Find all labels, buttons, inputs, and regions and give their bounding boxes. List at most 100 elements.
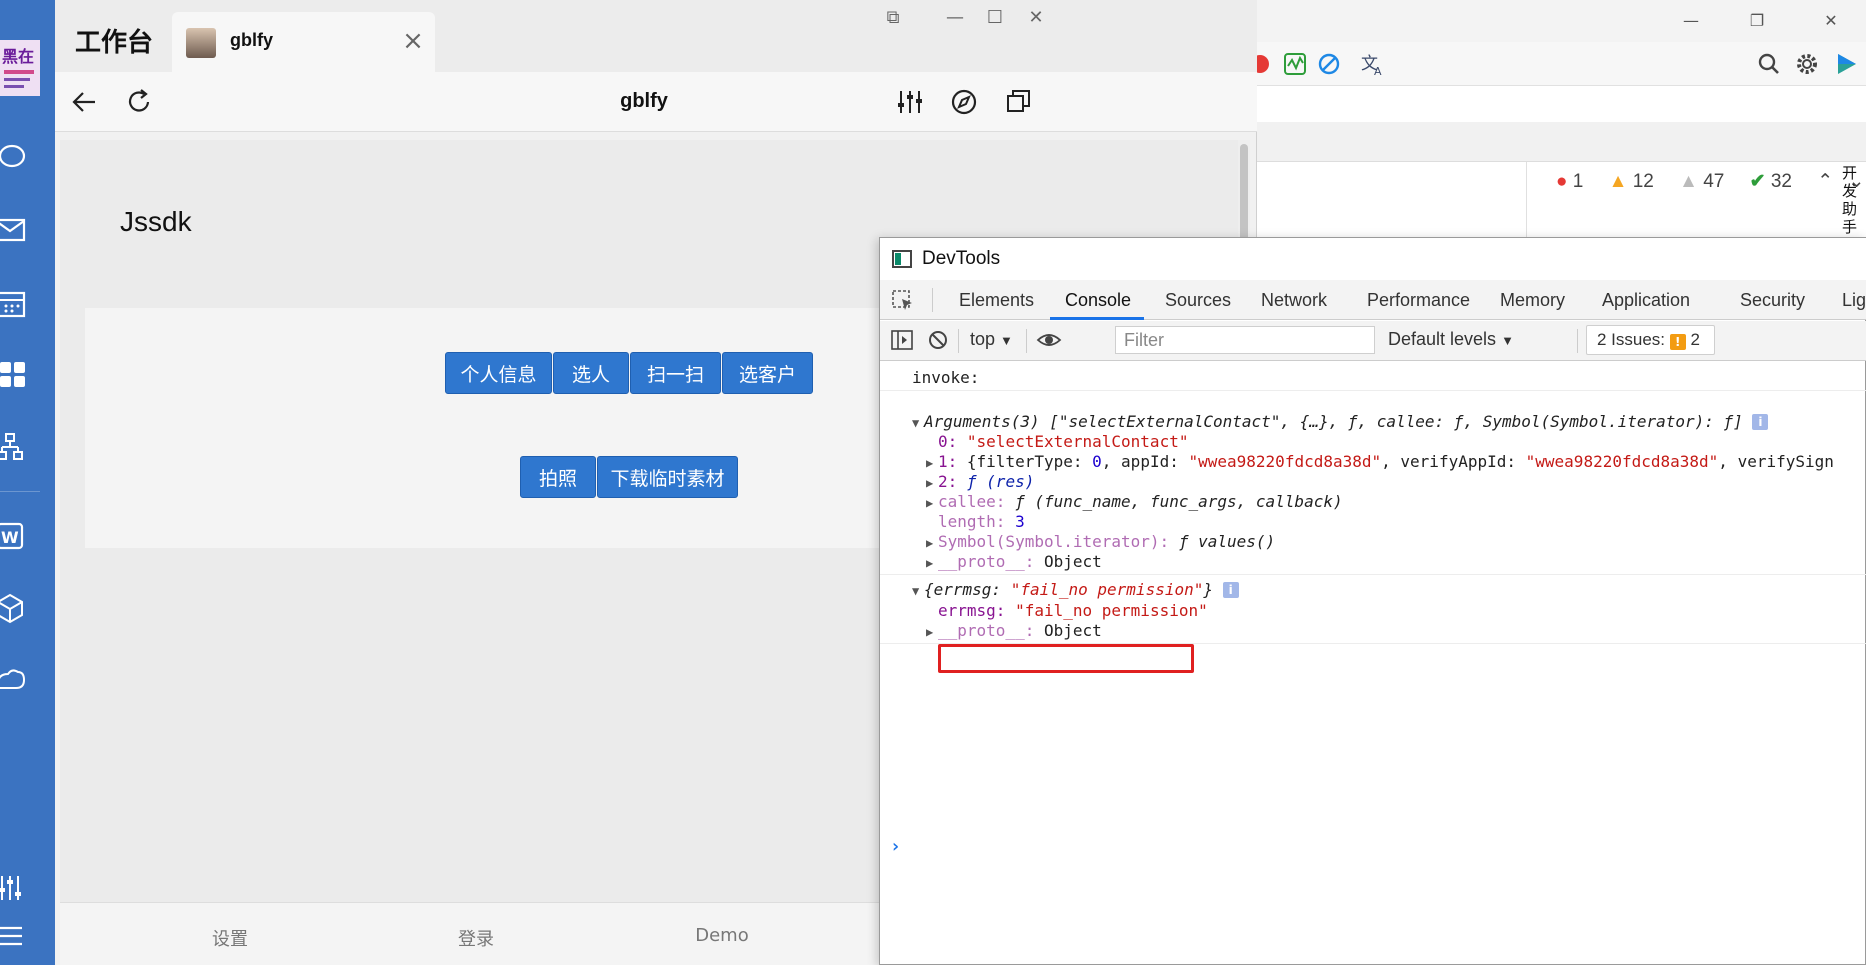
- cube-icon[interactable]: [0, 592, 32, 624]
- tab-elements[interactable]: Elements: [959, 290, 1034, 311]
- console-filter-input[interactable]: Filter: [1115, 326, 1375, 354]
- devtools-tabbar: Elements Console Sources Network Perform…: [880, 280, 1866, 320]
- search-icon[interactable]: [1756, 51, 1782, 77]
- browser-toolbar: 文A: [1251, 42, 1866, 86]
- sliders-icon[interactable]: [0, 872, 32, 904]
- issue-counts[interactable]: ● 1 ▲ 12 ▲ 47 ✔ 32 ⌃ ⌄: [1556, 170, 1866, 192]
- arguments-length: length: 3: [938, 512, 1025, 531]
- block-icon[interactable]: [1316, 51, 1342, 77]
- errmsg-proto[interactable]: ▶ __proto__: Object: [926, 621, 1102, 640]
- bottom-nav-demo[interactable]: Demo: [652, 925, 792, 946]
- arguments-item-1[interactable]: ▶ 1: {filterType: 0, appId: "wwea98220fdc…: [926, 452, 1834, 471]
- console-separator: [880, 390, 1866, 391]
- devtools-window: DevTools Elements Console Sources Networ…: [879, 237, 1866, 965]
- arguments-item-2[interactable]: ▶ 2: ƒ (res): [926, 472, 1034, 491]
- warning-issue-icon: !: [1669, 334, 1686, 350]
- collapsed-triangle-icon[interactable]: ▶: [926, 536, 938, 550]
- helper-vertical-label[interactable]: 开发助手: [1842, 164, 1862, 236]
- extension-play-icon[interactable]: [1834, 51, 1860, 77]
- select-person-button[interactable]: 选人: [553, 352, 629, 394]
- collapsed-triangle-icon[interactable]: ▶: [926, 476, 938, 490]
- wedoc-w-icon[interactable]: W: [0, 520, 32, 552]
- gear-icon[interactable]: [1794, 51, 1820, 77]
- tab-application[interactable]: Application: [1602, 290, 1690, 311]
- tab-gblfy[interactable]: gblfy ×: [172, 12, 435, 72]
- compass-icon[interactable]: [947, 85, 981, 119]
- tab-sources[interactable]: Sources: [1165, 290, 1231, 311]
- arguments-callee[interactable]: ▶ callee: ƒ (func_name, func_args, callba…: [926, 492, 1343, 511]
- context-selector[interactable]: top ▼: [970, 329, 1013, 350]
- tab-network[interactable]: Network: [1261, 290, 1327, 311]
- arguments-row[interactable]: ▼ Arguments(3) ["selectExternalContact", …: [912, 412, 1769, 431]
- restore-icon[interactable]: ❐: [1742, 8, 1772, 34]
- minimize-icon[interactable]: —: [937, 6, 973, 30]
- translate-icon[interactable]: 文A: [1360, 51, 1386, 78]
- workbench-title: 工作台: [75, 28, 154, 58]
- toolbar-separator: [1026, 329, 1027, 353]
- console-invoke-line: invoke:: [912, 368, 980, 387]
- select-customer-button[interactable]: 选客户: [722, 352, 813, 394]
- warning-count: ▲ 12: [1608, 171, 1654, 192]
- collapsed-triangle-icon[interactable]: ▶: [926, 625, 938, 639]
- console-toolbar: top ▼ Filter Default levels ▼ 2 Issues: …: [880, 321, 1866, 361]
- clear-console-icon[interactable]: [926, 328, 950, 357]
- close-tab-icon[interactable]: ×: [398, 26, 428, 56]
- console-prompt[interactable]: ›: [890, 836, 901, 857]
- menu-icon[interactable]: [0, 920, 32, 952]
- workbench-grid-icon[interactable]: [0, 360, 32, 392]
- log-levels-dropdown[interactable]: Default levels ▼: [1388, 329, 1514, 350]
- tab-avatar: [186, 28, 216, 58]
- pin-window-icon[interactable]: ⧉: [875, 6, 911, 30]
- error-count: ● 1: [1556, 171, 1584, 192]
- org-chart-icon[interactable]: [0, 432, 32, 464]
- collapsed-triangle-icon[interactable]: ▶: [926, 496, 938, 510]
- arguments-symbol-iterator[interactable]: ▶ Symbol(Symbol.iterator): ƒ values(): [926, 532, 1275, 551]
- bottom-nav-settings[interactable]: 设置: [160, 925, 300, 951]
- extension-chart-icon[interactable]: [1283, 51, 1309, 77]
- collapsed-triangle-icon[interactable]: ▶: [926, 456, 938, 470]
- tab-performance[interactable]: Performance: [1367, 290, 1470, 311]
- active-tab-indicator: [1050, 317, 1144, 320]
- expanded-triangle-icon[interactable]: ▼: [912, 584, 924, 598]
- collapsed-triangle-icon[interactable]: ▶: [926, 556, 938, 570]
- console-separator: [880, 574, 1866, 575]
- toolbar-separator: [1577, 329, 1578, 353]
- info-icon: i: [1222, 582, 1239, 598]
- context-dropdown-icon: ▼: [1000, 333, 1013, 348]
- passed-count: ✔ 32: [1749, 171, 1792, 192]
- chevron-up-icon[interactable]: ⌃: [1817, 171, 1833, 192]
- minimize-icon[interactable]: —: [1676, 8, 1706, 34]
- issues-button[interactable]: 2 Issues: ! 2: [1586, 325, 1715, 355]
- toggle-sidebar-icon[interactable]: [890, 328, 914, 357]
- adjust-sliders-icon[interactable]: [893, 85, 927, 119]
- expanded-triangle-icon[interactable]: ▼: [912, 416, 924, 430]
- org-logo[interactable]: 黑在: [0, 40, 40, 96]
- phone-cloud-icon[interactable]: [0, 664, 32, 696]
- tab-console[interactable]: Console: [1065, 290, 1131, 311]
- svg-text:W: W: [1, 528, 19, 547]
- tab-memory[interactable]: Memory: [1500, 290, 1565, 311]
- close-icon[interactable]: ✕: [1816, 8, 1846, 34]
- take-photo-button[interactable]: 拍照: [520, 456, 596, 498]
- mail-icon[interactable]: [0, 214, 32, 246]
- content-heading: Jssdk: [120, 206, 192, 237]
- download-media-button[interactable]: 下载临时素材: [597, 456, 738, 498]
- close-icon[interactable]: ✕: [1018, 6, 1054, 30]
- scan-button[interactable]: 扫一扫: [630, 352, 721, 394]
- bottom-nav-login[interactable]: 登录: [406, 925, 546, 951]
- arguments-proto[interactable]: ▶ __proto__: Object: [926, 552, 1102, 571]
- calendar-icon[interactable]: [0, 288, 32, 320]
- info-count: ▲ 47: [1679, 171, 1725, 192]
- errmsg-object-row[interactable]: ▼ {errmsg: "fail_no permission"} i: [912, 580, 1239, 599]
- tab-security[interactable]: Security: [1740, 290, 1805, 311]
- browser-subheader: [1256, 122, 1866, 162]
- maximize-icon[interactable]: ☐: [977, 6, 1013, 30]
- open-external-icon[interactable]: [1001, 85, 1035, 119]
- live-expression-eye-icon[interactable]: [1036, 328, 1062, 357]
- chat-icon[interactable]: [0, 141, 32, 173]
- inspect-element-icon[interactable]: [890, 288, 916, 314]
- app-sidebar: 黑在 W: [0, 0, 55, 965]
- tab-lighthouse[interactable]: Lig: [1842, 290, 1866, 311]
- info-icon: i: [1752, 414, 1769, 430]
- personal-info-button[interactable]: 个人信息: [445, 352, 552, 394]
